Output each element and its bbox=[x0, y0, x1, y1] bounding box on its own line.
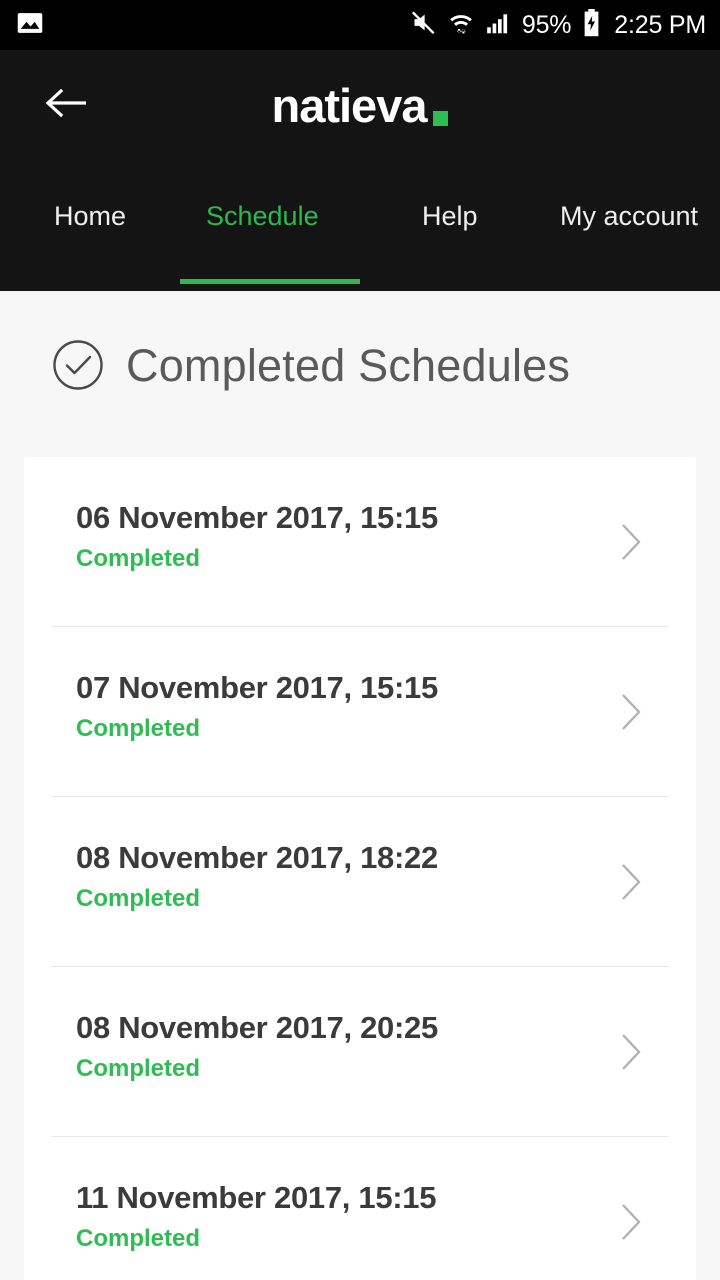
signal-icon bbox=[485, 10, 511, 41]
chevron-right-icon[interactable] bbox=[618, 1031, 644, 1073]
schedule-list: 06 November 2017, 15:15 Completed 07 Nov… bbox=[24, 457, 696, 1280]
table-row[interactable]: 06 November 2017, 15:15 Completed bbox=[24, 457, 696, 627]
schedule-date: 07 November 2017, 15:15 bbox=[76, 670, 438, 705]
row-content: 08 November 2017, 18:22 Completed bbox=[76, 840, 696, 913]
status-badge: Completed bbox=[76, 1055, 201, 1083]
status-bar-right: 95% 2:25 PM bbox=[410, 8, 706, 42]
back-button[interactable] bbox=[28, 68, 104, 144]
page-content: Completed Schedules 06 November 2017, 15… bbox=[0, 291, 720, 1280]
tab-bar: Home Schedule Help My account bbox=[0, 161, 720, 291]
status-badge: Completed bbox=[76, 885, 201, 913]
status-badge: Completed bbox=[76, 545, 201, 573]
clock-label: 2:25 PM bbox=[614, 10, 706, 39]
row-content: 11 November 2017, 15:15 Completed bbox=[76, 1180, 696, 1253]
page-title: Completed Schedules bbox=[126, 339, 571, 391]
tab-schedule[interactable]: Schedule bbox=[206, 201, 319, 232]
status-bar: 95% 2:25 PM bbox=[0, 0, 720, 50]
chevron-right-icon[interactable] bbox=[618, 691, 644, 733]
tab-active-indicator bbox=[180, 279, 360, 284]
schedule-date: 08 November 2017, 18:22 bbox=[76, 840, 438, 875]
tab-home[interactable]: Home bbox=[54, 201, 126, 232]
schedule-date: 06 November 2017, 15:15 bbox=[76, 500, 438, 535]
row-content: 06 November 2017, 15:15 Completed bbox=[76, 500, 696, 573]
brand-dot-icon bbox=[433, 111, 449, 126]
chevron-right-icon[interactable] bbox=[618, 1201, 644, 1243]
back-arrow-icon bbox=[43, 86, 89, 125]
schedule-date: 11 November 2017, 15:15 bbox=[76, 1180, 437, 1215]
wifi-icon bbox=[448, 9, 474, 41]
status-badge: Completed bbox=[76, 715, 201, 743]
row-content: 07 November 2017, 15:15 Completed bbox=[76, 670, 696, 743]
mute-icon bbox=[410, 9, 437, 41]
image-icon bbox=[16, 9, 44, 42]
brand-name: natieva bbox=[271, 79, 428, 132]
check-circle-icon bbox=[52, 339, 104, 391]
row-content: 08 November 2017, 20:25 Completed bbox=[76, 1010, 696, 1083]
table-row[interactable]: 07 November 2017, 15:15 Completed bbox=[24, 627, 696, 797]
chevron-right-icon[interactable] bbox=[618, 861, 644, 903]
schedule-date: 08 November 2017, 20:25 bbox=[76, 1010, 438, 1045]
table-row[interactable]: 08 November 2017, 18:22 Completed bbox=[24, 797, 696, 967]
battery-percent-label: 95% bbox=[521, 10, 572, 39]
status-badge: Completed bbox=[76, 1225, 201, 1253]
brand-logo: natieva bbox=[0, 82, 720, 129]
app-bar: natieva bbox=[0, 50, 720, 161]
table-row[interactable]: 08 November 2017, 20:25 Completed bbox=[24, 967, 696, 1137]
page-header: Completed Schedules bbox=[0, 291, 720, 391]
status-bar-left bbox=[16, 9, 44, 42]
tab-my-account[interactable]: My account bbox=[560, 201, 698, 232]
tab-help[interactable]: Help bbox=[422, 201, 478, 232]
chevron-right-icon[interactable] bbox=[618, 521, 644, 563]
battery-charging-icon bbox=[582, 8, 601, 42]
table-row[interactable]: 11 November 2017, 15:15 Completed bbox=[24, 1137, 696, 1280]
